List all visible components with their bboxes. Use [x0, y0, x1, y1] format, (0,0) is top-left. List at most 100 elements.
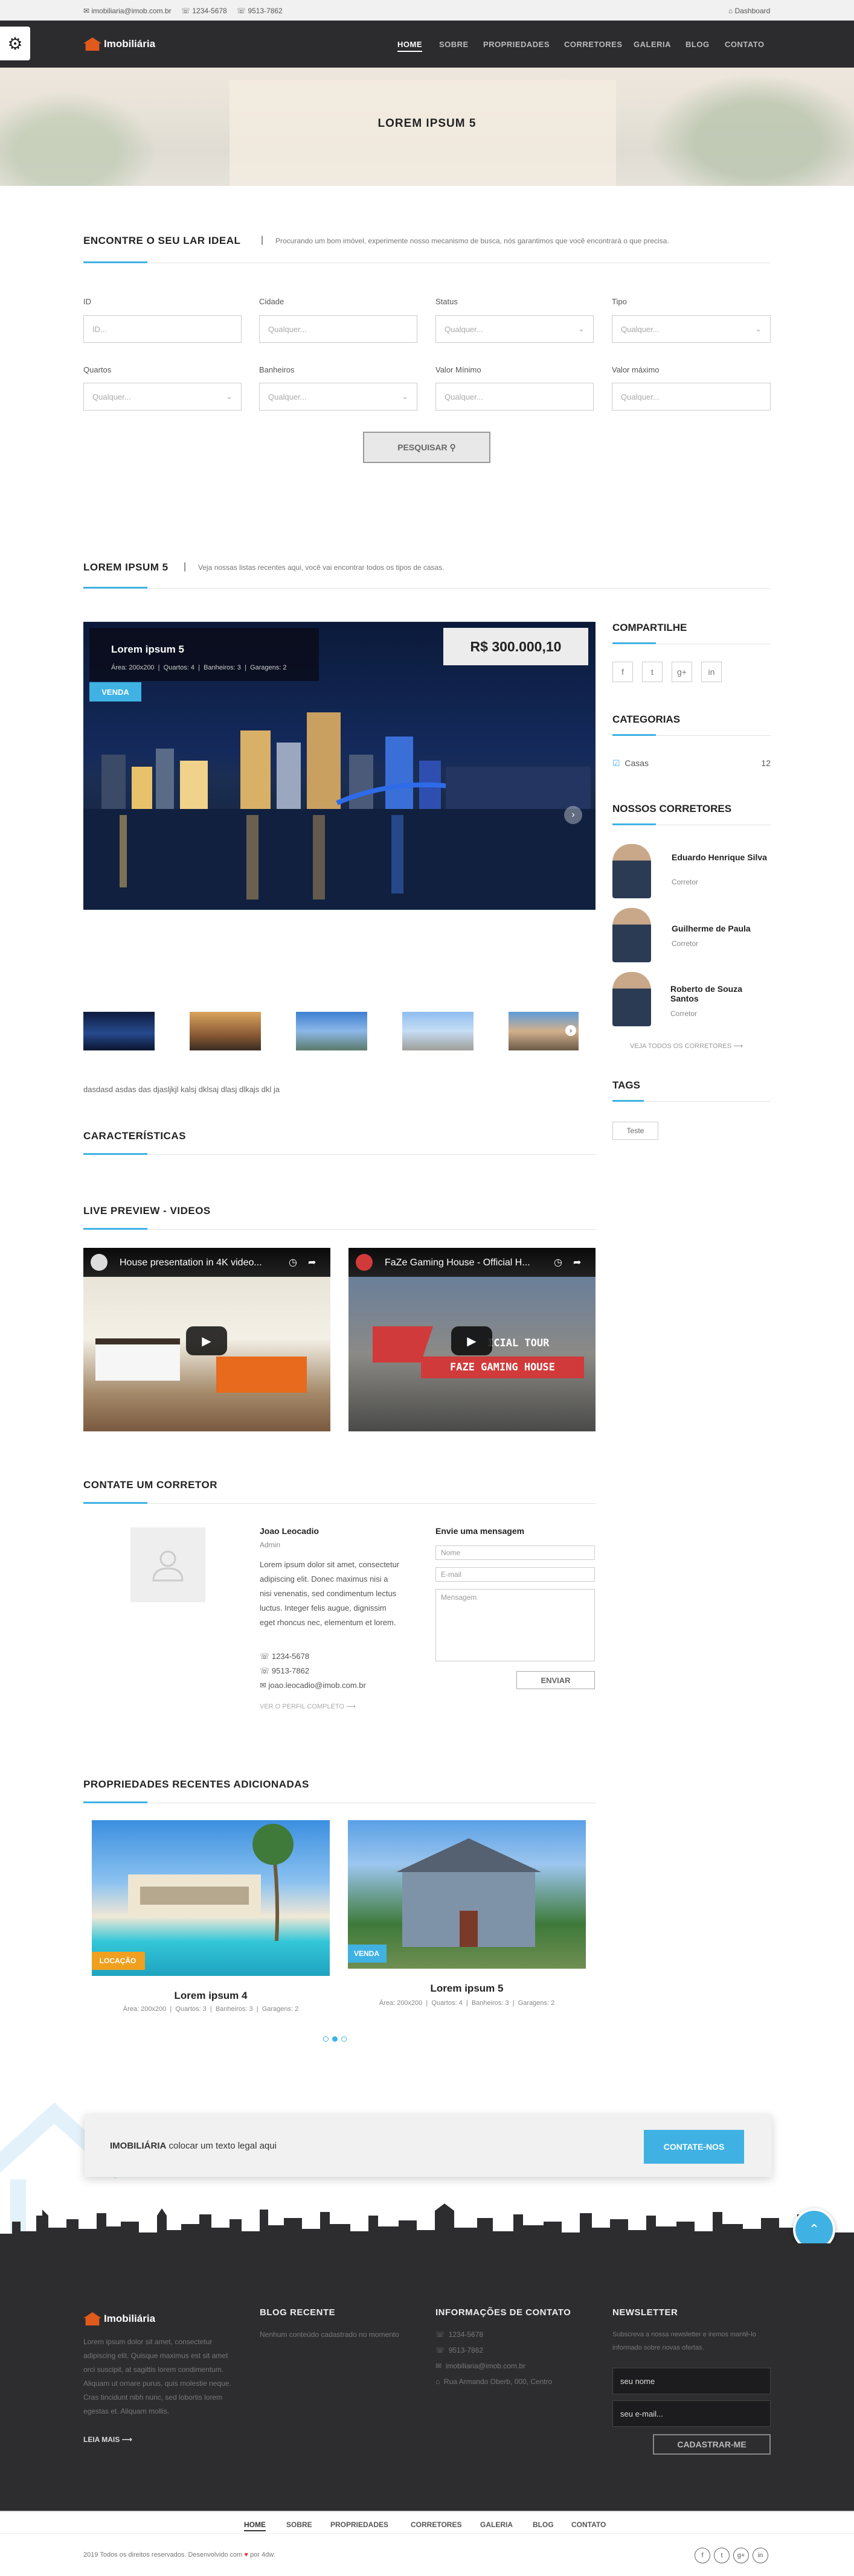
read-more-link[interactable]: LEIA MAIS ⟶ [83, 2435, 132, 2444]
chevron-down-icon: ⌄ [226, 392, 233, 401]
watch-later-icon[interactable]: ◷ [554, 1256, 562, 1268]
carousel-dot[interactable] [341, 2036, 347, 2042]
status-badge: VENDA [348, 1945, 387, 1963]
agent-role: Corretor [670, 1009, 698, 1018]
recent-property-image-1[interactable]: LOCAÇÃO [92, 1820, 330, 1976]
newsletter-title: NEWSLETTER [612, 2307, 678, 2318]
thumbnail-4[interactable] [402, 1012, 474, 1050]
nav-galeria[interactable]: GALERIA [634, 40, 671, 49]
agent-name[interactable]: Eduardo Henrique Silva [672, 852, 768, 862]
full-profile-link[interactable]: VER O PERFIL COMPLETO ⟶ [260, 1702, 356, 1710]
property-main-image[interactable]: Lorem ipsum 5 Área: 200x200 | Quartos: 4… [83, 622, 596, 910]
footer-nav-galeria[interactable]: GALERIA [480, 2520, 513, 2529]
valor-maximo-input[interactable]: Qualquer... [612, 383, 771, 411]
dashboard-link[interactable]: ⌂ Dashboard [728, 7, 770, 15]
newsletter-name-input[interactable]: seu nome [612, 2368, 771, 2394]
share-icon[interactable]: ➦ [573, 1256, 581, 1268]
twitter-icon[interactable]: t [642, 662, 663, 682]
channel-avatar[interactable] [91, 1254, 108, 1271]
newsletter-email-input[interactable]: seu e-mail... [612, 2400, 771, 2427]
channel-avatar[interactable] [356, 1254, 373, 1271]
recent-property-image-2[interactable]: VENDA [348, 1820, 586, 1969]
agent-avatar-placeholder[interactable] [130, 1527, 205, 1602]
footer-nav-contato[interactable]: CONTATO [571, 2520, 606, 2529]
thumbnail-3[interactable] [296, 1012, 367, 1050]
site-logo[interactable]: Imobiliária [83, 37, 155, 51]
contact-agent-bio: Lorem ipsum dolor sit amet, consectetur … [260, 1560, 400, 1627]
thumbnail-1[interactable] [83, 1012, 155, 1050]
recent-property-name[interactable]: Lorem ipsum 4 [92, 1990, 330, 2002]
carousel-dot[interactable] [332, 2036, 338, 2042]
label-cidade: Cidade [259, 297, 284, 306]
footer-linkedin-icon[interactable]: in [753, 2548, 768, 2563]
video-1-title[interactable]: House presentation in 4K video... [120, 1258, 262, 1268]
video-player-1[interactable]: House presentation in 4K video... ◷ ➦ ▶ [83, 1248, 330, 1431]
video-2-title[interactable]: FaZe Gaming House - Official H... [385, 1258, 530, 1268]
name-input[interactable]: Nome [435, 1545, 595, 1560]
user-icon [152, 1550, 184, 1582]
thumbnail-2[interactable] [190, 1012, 261, 1050]
tag-item[interactable]: Teste [612, 1122, 658, 1140]
facebook-icon[interactable]: f [612, 662, 633, 682]
banheiros-select[interactable]: Qualquer... ⌄ [259, 383, 417, 411]
message-textarea[interactable]: Mensagem [435, 1589, 595, 1661]
cta-text: IMOBILIÁRIA colocar um texto legal aqui [110, 2141, 277, 2151]
subscribe-button[interactable]: CADASTRAR-ME [653, 2434, 771, 2455]
contact-title: CONTATE UM CORRETOR [83, 1479, 217, 1491]
footer-google-plus-icon[interactable]: g+ [733, 2548, 749, 2563]
settings-gear-icon[interactable]: ⚙ [0, 27, 30, 60]
footer-logo[interactable]: Imobiliária [83, 2312, 155, 2325]
agent-photo[interactable] [612, 972, 651, 1026]
send-button[interactable]: ENVIAR [516, 1671, 595, 1689]
thumb-next-icon[interactable]: › [565, 1025, 576, 1036]
linkedin-icon[interactable]: in [701, 662, 722, 682]
label-id: ID [83, 297, 91, 306]
id-input[interactable]: ID... [83, 315, 242, 343]
play-button-icon[interactable]: ▶ [186, 1326, 227, 1355]
contact-agent-name[interactable]: Joao Leocadio [260, 1526, 319, 1536]
next-arrow-icon[interactable]: › [564, 806, 582, 824]
carousel-dot[interactable] [323, 2036, 329, 2042]
footer-nav-home[interactable]: HOME [244, 2520, 266, 2531]
category-item[interactable]: ☑ Casas 12 [612, 758, 771, 769]
nav-blog[interactable]: BLOG [685, 40, 710, 49]
email-input[interactable]: E-mail [435, 1567, 595, 1582]
footer-facebook-icon[interactable]: f [695, 2548, 710, 2563]
tipo-select[interactable]: Qualquer... ⌄ [612, 315, 771, 343]
footer-twitter-icon[interactable]: t [714, 2548, 730, 2563]
footer-nav-corretores[interactable]: CORRETORES [411, 2520, 461, 2529]
footer-nav-blog[interactable]: BLOG [533, 2520, 554, 2529]
footer-nav-sobre[interactable]: SOBRE [286, 2520, 312, 2529]
nav-sobre[interactable]: SOBRE [439, 40, 469, 49]
contact-email[interactable]: ✉ joao.leocadio@imob.com.br [260, 1681, 366, 1690]
quartos-select[interactable]: Qualquer... ⌄ [83, 383, 242, 411]
status-select[interactable]: Qualquer... ⌄ [435, 315, 594, 343]
all-agents-link[interactable]: VEJA TODOS OS CORRETORES ⟶ [630, 1042, 743, 1050]
google-plus-icon[interactable]: g+ [672, 662, 692, 682]
play-button-icon[interactable]: ▶ [451, 1326, 492, 1355]
info-title: INFORMAÇÕES DE CONTATO [435, 2307, 571, 2318]
video-player-2[interactable]: ICIAL TOUR FAZE GAMING HOUSE FaZe Gaming… [348, 1248, 596, 1431]
cidade-input[interactable]: Qualquer... [259, 315, 417, 343]
agent-photo[interactable] [612, 844, 651, 898]
info-email[interactable]: ✉ imobiliaria@imob.com.br [435, 2359, 525, 2373]
search-subtitle: Procurando um bom imóvel, experimente no… [275, 237, 669, 245]
topbar-email[interactable]: ✉ imobiliaria@imob.com.br [83, 7, 172, 15]
agent-photo[interactable] [612, 908, 651, 962]
nav-corretores[interactable]: CORRETORES [564, 40, 623, 49]
nav-contato[interactable]: CONTATO [725, 40, 765, 49]
agent-role: Corretor [672, 939, 699, 948]
nav-propriedades[interactable]: PROPRIEDADES [483, 40, 550, 49]
search-button[interactable]: PESQUISAR ⚲ [363, 432, 490, 463]
cta-banner: IMOBILIÁRIA colocar um texto legal aqui … [85, 2114, 772, 2177]
share-icon[interactable]: ➦ [308, 1256, 316, 1268]
nav-home[interactable]: HOME [397, 40, 422, 52]
valor-minimo-input[interactable]: Qualquer... [435, 383, 594, 411]
agent-name[interactable]: Roberto de Souza Santos [670, 984, 767, 1003]
recent-property-name[interactable]: Lorem ipsum 5 [348, 1983, 586, 1995]
price-badge: R$ 300.000,10 [443, 628, 588, 665]
contact-us-button[interactable]: CONTATE-NOS [644, 2130, 744, 2164]
footer-nav-propriedades[interactable]: PROPRIEDADES [330, 2520, 388, 2529]
agent-name[interactable]: Guilherme de Paula [672, 924, 768, 933]
watch-later-icon[interactable]: ◷ [289, 1256, 297, 1268]
